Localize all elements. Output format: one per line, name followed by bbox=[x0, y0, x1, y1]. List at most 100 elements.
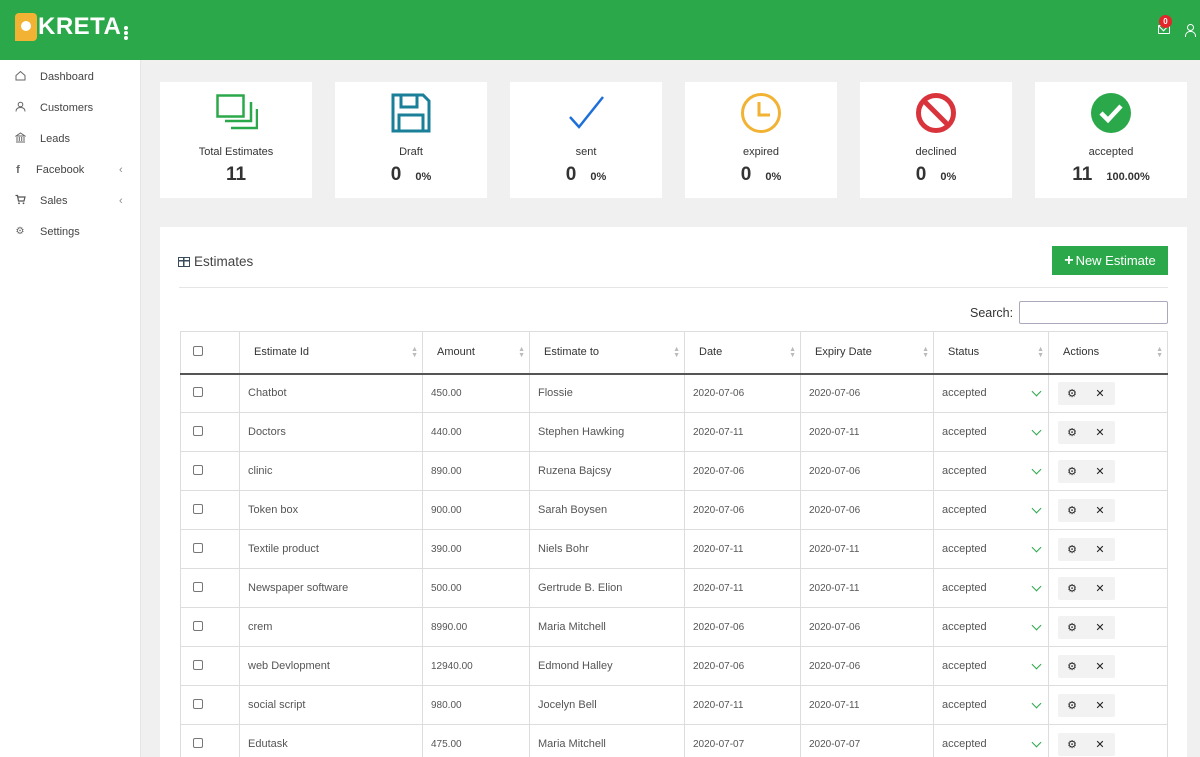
estimate-id-cell[interactable]: clinic bbox=[239, 451, 423, 491]
amount-cell: 475.00 bbox=[422, 724, 530, 757]
status-value: accepted bbox=[942, 699, 987, 711]
status-select[interactable]: accepted bbox=[942, 503, 1048, 516]
sidebar-item-facebook[interactable]: f Facebook ‹ bbox=[0, 154, 140, 185]
close-icon[interactable]: ✕ bbox=[1086, 465, 1114, 478]
estimate-id-cell[interactable]: Textile product bbox=[239, 529, 423, 569]
row-checkbox[interactable] bbox=[193, 737, 203, 748]
stat-card-total: Total Estimates 11 bbox=[160, 82, 312, 198]
cart-icon bbox=[14, 194, 26, 208]
sidebar-item-dashboard[interactable]: Dashboard bbox=[0, 61, 140, 92]
status-cell: accepted bbox=[933, 373, 1049, 413]
row-checkbox[interactable] bbox=[193, 698, 203, 709]
estimate-to-cell: Gertrude B. Elion bbox=[529, 568, 685, 608]
column-header-actions[interactable]: Actions ▲ ▼ bbox=[1048, 331, 1168, 375]
row-select-cell bbox=[180, 451, 240, 491]
table-row: Newspaper software 500.00 Gertrude B. El… bbox=[180, 568, 1168, 608]
status-select[interactable]: accepted bbox=[942, 542, 1048, 555]
close-icon[interactable]: ✕ bbox=[1086, 660, 1114, 673]
estimate-id-cell[interactable]: Doctors bbox=[239, 412, 423, 452]
close-icon[interactable]: ✕ bbox=[1086, 582, 1114, 595]
new-estimate-button[interactable]: + New Estimate bbox=[1052, 246, 1168, 275]
row-checkbox[interactable] bbox=[193, 542, 203, 553]
row-checkbox[interactable] bbox=[193, 425, 203, 436]
action-group: ⚙ ✕ bbox=[1058, 615, 1115, 639]
stat-percent: 100.00% bbox=[1106, 171, 1150, 183]
row-checkbox[interactable] bbox=[193, 620, 203, 631]
more-menu-icon[interactable] bbox=[123, 26, 129, 40]
date-cell: 2020-07-06 bbox=[684, 373, 801, 413]
sidebar-item-customers[interactable]: Customers bbox=[0, 92, 140, 123]
search-input[interactable] bbox=[1019, 301, 1168, 324]
estimate-to-cell: Edmond Halley bbox=[529, 646, 685, 686]
row-checkbox[interactable] bbox=[193, 659, 203, 670]
estimate-to-cell: Maria Mitchell bbox=[529, 724, 685, 757]
date-cell: 2020-07-06 bbox=[684, 646, 801, 686]
status-select[interactable]: accepted bbox=[942, 659, 1048, 672]
plus-icon: + bbox=[1064, 251, 1074, 269]
sidebar-item-settings[interactable]: ⚙ Settings bbox=[0, 216, 140, 247]
gear-icon[interactable]: ⚙ bbox=[1058, 621, 1086, 634]
amount-cell: 8990.00 bbox=[422, 607, 530, 647]
sidebar-item-sales[interactable]: Sales ‹ bbox=[0, 185, 140, 216]
status-select[interactable]: accepted bbox=[942, 581, 1048, 594]
sidebar-item-label: Dashboard bbox=[40, 70, 94, 83]
estimate-to-cell: Flossie bbox=[529, 373, 685, 413]
column-header-amount[interactable]: Amount ▲ ▼ bbox=[422, 331, 530, 375]
close-icon[interactable]: ✕ bbox=[1086, 621, 1114, 634]
gear-icon[interactable]: ⚙ bbox=[1058, 465, 1086, 478]
column-header-date[interactable]: Date ▲ ▼ bbox=[684, 331, 801, 375]
estimate-id-cell[interactable]: social script bbox=[239, 685, 423, 725]
close-icon[interactable]: ✕ bbox=[1086, 387, 1114, 400]
status-select[interactable]: accepted bbox=[942, 386, 1048, 399]
gear-icon[interactable]: ⚙ bbox=[1058, 543, 1086, 556]
table-row: social script 980.00 Jocelyn Bell 2020-0… bbox=[180, 685, 1168, 725]
column-header-expiry-date[interactable]: Expiry Date ▲ ▼ bbox=[800, 331, 934, 375]
estimate-id-cell[interactable]: Edutask bbox=[239, 724, 423, 757]
select-all-checkbox[interactable] bbox=[193, 345, 203, 356]
close-icon[interactable]: ✕ bbox=[1086, 543, 1114, 556]
gear-icon[interactable]: ⚙ bbox=[1058, 582, 1086, 595]
gear-icon[interactable]: ⚙ bbox=[1058, 660, 1086, 673]
row-checkbox[interactable] bbox=[193, 386, 203, 397]
column-header-status[interactable]: Status ▲ ▼ bbox=[933, 331, 1049, 375]
row-checkbox[interactable] bbox=[193, 503, 203, 514]
gear-icon[interactable]: ⚙ bbox=[1058, 699, 1086, 712]
estimate-id-cell[interactable]: Token box bbox=[239, 490, 423, 530]
gear-icon[interactable]: ⚙ bbox=[1058, 738, 1086, 751]
close-icon[interactable]: ✕ bbox=[1086, 699, 1114, 712]
stat-label: Total Estimates bbox=[198, 146, 274, 158]
column-header-estimate-to[interactable]: Estimate to ▲ ▼ bbox=[529, 331, 685, 375]
close-icon[interactable]: ✕ bbox=[1086, 504, 1114, 517]
table-row: crem 8990.00 Maria Mitchell 2020-07-06 2… bbox=[180, 607, 1168, 647]
actions-cell: ⚙ ✕ bbox=[1048, 724, 1168, 757]
status-select[interactable]: accepted bbox=[942, 698, 1048, 711]
stat-card-expired: expired 0 0% bbox=[685, 82, 837, 198]
status-select[interactable]: accepted bbox=[942, 425, 1048, 438]
check-icon bbox=[569, 96, 604, 129]
status-select[interactable]: accepted bbox=[942, 464, 1048, 477]
estimate-id-cell[interactable]: crem bbox=[239, 607, 423, 647]
user-profile-icon[interactable] bbox=[1184, 24, 1196, 37]
row-checkbox[interactable] bbox=[193, 464, 203, 475]
sort-icon: ▲ ▼ bbox=[673, 346, 680, 359]
close-icon[interactable]: ✕ bbox=[1086, 426, 1114, 439]
status-value: accepted bbox=[942, 504, 987, 516]
estimate-id-cell[interactable]: web Devlopment bbox=[239, 646, 423, 686]
gear-icon[interactable]: ⚙ bbox=[1058, 426, 1086, 439]
gear-icon[interactable]: ⚙ bbox=[1058, 387, 1086, 400]
close-icon[interactable]: ✕ bbox=[1086, 738, 1114, 751]
estimate-id-cell[interactable]: Chatbot bbox=[239, 373, 423, 413]
stat-label: accepted bbox=[1088, 146, 1134, 158]
column-header-estimate-id[interactable]: Estimate Id ▲ ▼ bbox=[239, 331, 423, 375]
estimate-to-cell: Niels Bohr bbox=[529, 529, 685, 569]
sidebar-item-leads[interactable]: Leads bbox=[0, 123, 140, 154]
row-select-cell bbox=[180, 724, 240, 757]
stat-percent: 0% bbox=[765, 171, 782, 183]
status-select[interactable]: accepted bbox=[942, 620, 1048, 633]
gear-icon[interactable]: ⚙ bbox=[1058, 504, 1086, 517]
status-select[interactable]: accepted bbox=[942, 737, 1048, 750]
logo[interactable]: KRETA bbox=[15, 13, 121, 41]
row-checkbox[interactable] bbox=[193, 581, 203, 592]
estimate-to-cell: Stephen Hawking bbox=[529, 412, 685, 452]
estimate-id-cell[interactable]: Newspaper software bbox=[239, 568, 423, 608]
